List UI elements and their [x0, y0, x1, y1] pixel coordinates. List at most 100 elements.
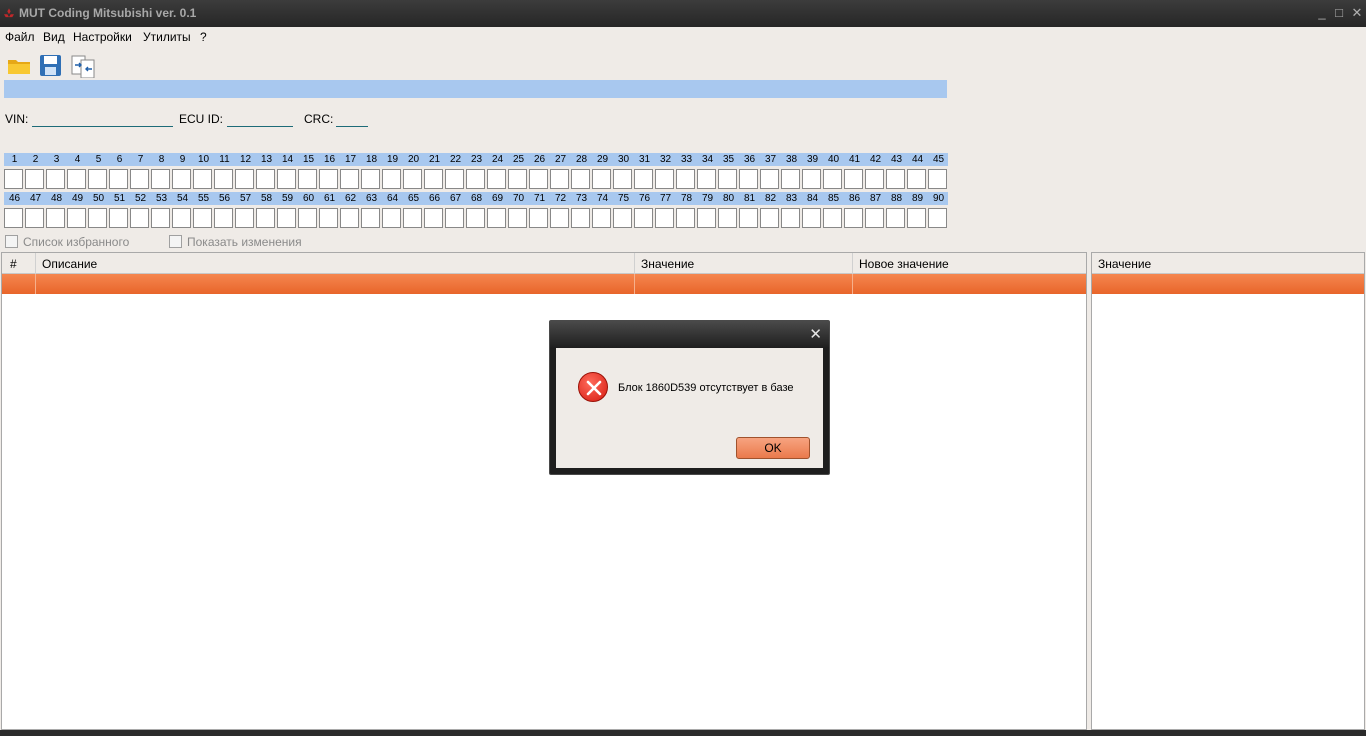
- byte-value-input[interactable]: [781, 208, 800, 228]
- byte-value-input[interactable]: [193, 169, 212, 189]
- byte-value-input[interactable]: [424, 208, 443, 228]
- byte-value-input[interactable]: [529, 169, 548, 189]
- byte-value-input[interactable]: [676, 169, 695, 189]
- byte-value-input[interactable]: [256, 169, 275, 189]
- byte-value-input[interactable]: [382, 208, 401, 228]
- byte-value-input[interactable]: [739, 169, 758, 189]
- byte-value-input[interactable]: [865, 169, 884, 189]
- byte-value-input[interactable]: [214, 208, 233, 228]
- crc-field[interactable]: [336, 126, 368, 127]
- byte-value-input[interactable]: [739, 208, 758, 228]
- byte-value-input[interactable]: [319, 169, 338, 189]
- byte-value-input[interactable]: [235, 208, 254, 228]
- checkbox-box[interactable]: [5, 235, 18, 248]
- byte-value-input[interactable]: [277, 208, 296, 228]
- byte-value-input[interactable]: [886, 169, 905, 189]
- byte-value-input[interactable]: [865, 208, 884, 228]
- col-number[interactable]: #: [10, 257, 17, 271]
- byte-value-input[interactable]: [67, 208, 86, 228]
- byte-value-input[interactable]: [823, 169, 842, 189]
- byte-value-input[interactable]: [130, 169, 149, 189]
- byte-value-input[interactable]: [361, 169, 380, 189]
- byte-value-input[interactable]: [256, 208, 275, 228]
- byte-value-input[interactable]: [928, 208, 947, 228]
- byte-value-input[interactable]: [550, 169, 569, 189]
- byte-value-input[interactable]: [718, 169, 737, 189]
- byte-value-input[interactable]: [298, 208, 317, 228]
- byte-value-input[interactable]: [571, 169, 590, 189]
- byte-value-input[interactable]: [193, 208, 212, 228]
- byte-value-input[interactable]: [550, 208, 569, 228]
- byte-value-input[interactable]: [823, 208, 842, 228]
- byte-value-input[interactable]: [466, 208, 485, 228]
- byte-value-input[interactable]: [487, 208, 506, 228]
- byte-value-input[interactable]: [235, 169, 254, 189]
- byte-value-input[interactable]: [928, 169, 947, 189]
- col-new-value[interactable]: Новое значение: [859, 257, 949, 271]
- byte-value-input[interactable]: [655, 169, 674, 189]
- byte-value-input[interactable]: [508, 169, 527, 189]
- byte-value-input[interactable]: [445, 169, 464, 189]
- byte-value-input[interactable]: [697, 169, 716, 189]
- checkbox-box[interactable]: [169, 235, 182, 248]
- compare-button[interactable]: [70, 52, 96, 79]
- byte-value-input[interactable]: [25, 208, 44, 228]
- menu-utilities[interactable]: Утилиты: [143, 30, 191, 44]
- byte-value-input[interactable]: [760, 208, 779, 228]
- byte-value-input[interactable]: [781, 169, 800, 189]
- col-value[interactable]: Значение: [641, 257, 694, 271]
- show-changes-checkbox[interactable]: Показать изменения: [169, 235, 319, 249]
- byte-value-input[interactable]: [802, 208, 821, 228]
- byte-value-input[interactable]: [592, 169, 611, 189]
- byte-value-input[interactable]: [151, 169, 170, 189]
- byte-value-input[interactable]: [592, 208, 611, 228]
- ok-button[interactable]: OK: [736, 437, 810, 459]
- selected-row[interactable]: [2, 274, 1086, 294]
- byte-value-input[interactable]: [46, 208, 65, 228]
- byte-value-input[interactable]: [886, 208, 905, 228]
- byte-value-input[interactable]: [172, 169, 191, 189]
- col-side-value[interactable]: Значение: [1098, 257, 1151, 271]
- byte-value-input[interactable]: [760, 169, 779, 189]
- byte-value-input[interactable]: [4, 208, 23, 228]
- byte-value-input[interactable]: [613, 169, 632, 189]
- byte-value-input[interactable]: [88, 169, 107, 189]
- byte-value-input[interactable]: [382, 169, 401, 189]
- byte-value-input[interactable]: [613, 208, 632, 228]
- byte-value-input[interactable]: [634, 169, 653, 189]
- side-selected-row[interactable]: [1092, 274, 1364, 294]
- byte-value-input[interactable]: [151, 208, 170, 228]
- byte-value-input[interactable]: [424, 169, 443, 189]
- dialog-close-button[interactable]: ✕: [809, 325, 822, 343]
- byte-value-input[interactable]: [46, 169, 65, 189]
- byte-value-input[interactable]: [319, 208, 338, 228]
- byte-value-input[interactable]: [340, 169, 359, 189]
- byte-value-input[interactable]: [67, 169, 86, 189]
- menu-settings[interactable]: Настройки: [73, 30, 132, 44]
- menu-help[interactable]: ?: [200, 30, 207, 44]
- byte-value-input[interactable]: [718, 208, 737, 228]
- byte-value-input[interactable]: [172, 208, 191, 228]
- favorites-checkbox[interactable]: Список избранного: [5, 235, 145, 249]
- byte-value-input[interactable]: [445, 208, 464, 228]
- maximize-button[interactable]: □: [1330, 4, 1348, 22]
- byte-value-input[interactable]: [361, 208, 380, 228]
- byte-value-input[interactable]: [109, 208, 128, 228]
- col-description[interactable]: Описание: [42, 257, 97, 271]
- byte-value-input[interactable]: [802, 169, 821, 189]
- byte-value-input[interactable]: [529, 208, 548, 228]
- open-folder-button[interactable]: [6, 52, 32, 78]
- byte-value-input[interactable]: [907, 169, 926, 189]
- byte-value-input[interactable]: [571, 208, 590, 228]
- save-button[interactable]: [38, 52, 64, 78]
- byte-value-input[interactable]: [844, 208, 863, 228]
- menu-file[interactable]: Файл: [5, 30, 35, 44]
- byte-value-input[interactable]: [697, 208, 716, 228]
- byte-value-input[interactable]: [130, 208, 149, 228]
- byte-value-input[interactable]: [508, 208, 527, 228]
- byte-value-input[interactable]: [25, 169, 44, 189]
- byte-value-input[interactable]: [109, 169, 128, 189]
- byte-value-input[interactable]: [676, 208, 695, 228]
- vin-field[interactable]: [32, 126, 173, 127]
- byte-value-input[interactable]: [403, 208, 422, 228]
